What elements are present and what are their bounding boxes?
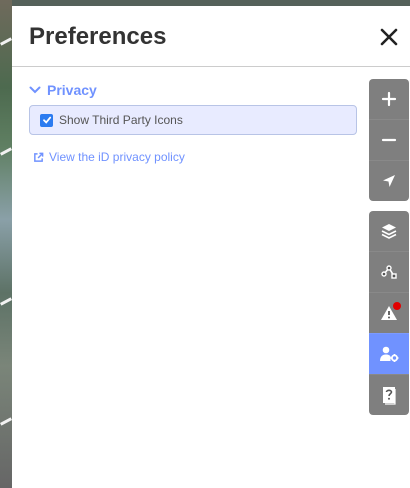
close-icon (380, 28, 398, 46)
map-background[interactable] (0, 0, 13, 488)
location-arrow-icon (383, 175, 395, 187)
minus-icon (381, 138, 397, 142)
map-road (0, 37, 13, 46)
issue-indicator-dot (393, 302, 401, 310)
help-pane-button[interactable] (369, 374, 409, 415)
pane-controls (369, 211, 409, 415)
issues-pane-button[interactable] (369, 292, 409, 333)
plus-icon (381, 91, 397, 107)
help-icon (383, 387, 396, 405)
layers-icon (381, 224, 397, 239)
map-road (0, 297, 13, 306)
map-road (0, 147, 13, 156)
zoom-controls (369, 79, 409, 201)
chevron-down-icon (29, 86, 41, 94)
zoom-out-button[interactable] (369, 119, 409, 160)
pane-header: Preferences (12, 6, 410, 67)
map-data-pane-button[interactable] (369, 251, 409, 292)
section-title: Privacy (47, 82, 97, 98)
map-road (0, 417, 13, 426)
third-party-icons-checkbox[interactable] (40, 113, 53, 127)
option-label: Show Third Party Icons (59, 113, 183, 127)
privacy-policy-link[interactable]: View the iD privacy policy (33, 150, 185, 164)
map-controls (369, 79, 409, 425)
pane-title: Preferences (29, 23, 167, 50)
preferences-pane-button[interactable] (369, 333, 409, 374)
background-pane-button[interactable] (369, 211, 409, 251)
preferences-icon (380, 346, 399, 362)
checkmark-icon (42, 116, 51, 124)
close-button[interactable] (378, 26, 400, 48)
third-party-icons-option[interactable]: Show Third Party Icons (29, 105, 357, 135)
preferences-pane: Preferences Privacy Show Third Party Ico… (12, 6, 410, 488)
privacy-policy-label: View the iD privacy policy (49, 150, 185, 164)
external-link-icon (34, 152, 44, 162)
geolocate-button[interactable] (369, 160, 409, 201)
section-privacy-toggle[interactable]: Privacy (29, 82, 97, 98)
zoom-in-button[interactable] (369, 79, 409, 119)
data-nodes-icon (381, 265, 397, 279)
